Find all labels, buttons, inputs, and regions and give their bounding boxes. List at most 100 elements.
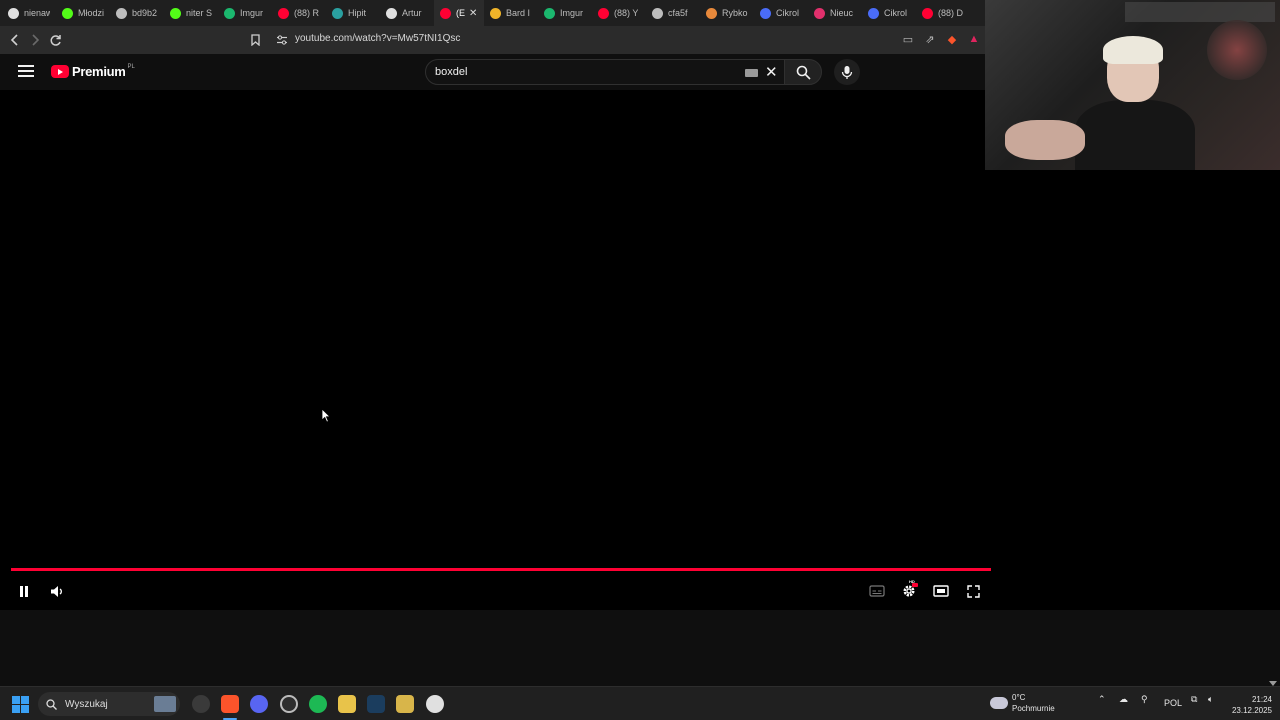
tab-title: Imgur (240, 8, 264, 18)
browser-tab[interactable]: Cikrol (754, 0, 808, 26)
weather-widget[interactable]: 0°C Pochmurnie (990, 692, 1055, 714)
browser-tab[interactable]: (88) D (916, 0, 970, 26)
search-icon (796, 65, 811, 80)
search-input[interactable]: boxdel (435, 66, 467, 78)
site-controls-icon (277, 35, 287, 45)
theater-mode-icon (933, 585, 949, 597)
steam-icon[interactable] (367, 695, 385, 713)
tab-title: (88) D (938, 8, 964, 18)
brave-browser-icon[interactable] (221, 695, 239, 713)
theater-mode-button[interactable] (930, 580, 952, 602)
search-box[interactable]: boxdel ✕ (425, 59, 785, 85)
tab-title: nienaw (24, 8, 50, 18)
voice-search-button[interactable] (834, 59, 860, 85)
search-highlight-image (154, 696, 176, 712)
clock-time: 21:24 (1251, 695, 1272, 704)
clear-search-icon[interactable]: ✕ (765, 63, 778, 81)
back-arrow-icon (10, 34, 18, 46)
tab-favicon-icon (170, 7, 181, 19)
tab-title: (88) R (294, 8, 320, 18)
subtitles-button[interactable] (866, 580, 888, 602)
gear-icon (903, 583, 918, 597)
tab-favicon-icon (598, 7, 609, 19)
url-text[interactable]: youtube.com/watch?v=Mw57tNI1Qsc (295, 33, 460, 44)
brave-rewards-icon[interactable]: ▲ (967, 32, 981, 46)
page-content-area (0, 610, 1280, 686)
browser-tab[interactable]: Imgur (218, 0, 272, 26)
tab-favicon-icon (440, 7, 451, 19)
browser-tab[interactable]: cfa5f (646, 0, 700, 26)
streamer-body (1075, 100, 1195, 170)
browser-tab[interactable]: nienaw (2, 0, 56, 26)
browser-address-bar: youtube.com/watch?v=Mw57tNI1Qsc ▭ ⇗ ◆ ▲ (0, 26, 985, 80)
forward-arrow-icon (32, 34, 40, 46)
app-icon-dark-app[interactable] (192, 695, 210, 713)
windows-start-button[interactable] (12, 696, 29, 713)
panda-app-icon[interactable] (426, 695, 444, 713)
browser-tab[interactable]: Rybko (700, 0, 754, 26)
share-icon[interactable]: ⇗ (923, 32, 937, 46)
browser-tab[interactable]: Artur (380, 0, 434, 26)
system-clock[interactable]: 21:24 23.12.2025 (1228, 694, 1272, 716)
back-button[interactable] (5, 30, 25, 50)
cloud-sync-icon[interactable]: ☁ (1119, 694, 1128, 705)
tab-favicon-icon (868, 7, 879, 19)
tab-title: Imgur (560, 8, 584, 18)
site-settings-button[interactable] (272, 30, 292, 50)
search-button[interactable] (784, 59, 822, 85)
tab-title: Młodzi (78, 8, 104, 18)
browser-tab[interactable]: bd9b2 (110, 0, 164, 26)
browser-tab[interactable]: Młodzi (56, 0, 110, 26)
browser-tab[interactable]: Nieuc (808, 0, 862, 26)
bookmark-button[interactable] (245, 30, 265, 50)
logo-region-code: PL (127, 63, 135, 70)
logo-brand-text: Premium (72, 64, 126, 79)
subtitles-icon (869, 585, 885, 597)
tab-favicon-icon (922, 7, 933, 19)
close-tab-icon[interactable]: ✕ (469, 8, 477, 19)
network-icon[interactable]: ⧉ (1191, 694, 1197, 705)
browser-tab[interactable]: Hipit (326, 0, 380, 26)
cast-icon[interactable]: ▭ (901, 32, 915, 46)
volume-button[interactable] (46, 580, 68, 602)
taskbar-search[interactable]: Wyszukaj (38, 692, 180, 716)
volume-icon (51, 585, 62, 597)
tab-title: Bard I (506, 8, 531, 18)
fullscreen-button[interactable] (962, 580, 984, 602)
browser-tab[interactable]: (88) Y (592, 0, 646, 26)
keyboard-icon[interactable] (745, 69, 758, 77)
league-client-icon[interactable] (396, 695, 414, 713)
tab-title: Hipit (348, 8, 367, 18)
spotify-icon[interactable] (309, 695, 327, 713)
fullscreen-icon (966, 584, 980, 598)
brave-shield-icon[interactable]: ◆ (945, 32, 959, 46)
tab-favicon-icon (814, 7, 825, 19)
settings-button[interactable]: HD (898, 579, 920, 602)
tab-favicon-icon (544, 7, 555, 19)
tab-favicon-icon (760, 7, 771, 19)
browser-tab[interactable]: Cikrol (862, 0, 916, 26)
speaker-icon[interactable]: 🔈︎ (1208, 694, 1213, 705)
pause-button[interactable] (13, 580, 35, 602)
video-progress-bar[interactable] (11, 568, 991, 571)
tab-title: Cikrol (884, 8, 908, 18)
youtube-premium-logo[interactable]: Premium PL (51, 64, 135, 79)
reload-button[interactable] (45, 30, 65, 50)
menu-icon[interactable] (18, 65, 34, 77)
forward-button[interactable] (25, 30, 45, 50)
discord-icon[interactable] (250, 695, 268, 713)
browser-tab[interactable]: Imgur (538, 0, 592, 26)
player-controls: HD (0, 578, 990, 606)
microphone-tray-icon[interactable]: ⚲ (1141, 694, 1148, 705)
input-language[interactable]: POL (1164, 698, 1182, 708)
tab-favicon-icon (332, 7, 343, 19)
chrome-like-icon[interactable] (280, 695, 298, 713)
tab-favicon-icon (8, 7, 19, 19)
browser-tab[interactable]: niter S (164, 0, 218, 26)
browser-tab[interactable]: (E ✕ (434, 0, 484, 26)
show-hidden-icons-chevron-icon[interactable]: ⌃ (1098, 694, 1106, 705)
browser-tab[interactable]: (88) R (272, 0, 326, 26)
browser-tab[interactable]: Bard I (484, 0, 538, 26)
tab-favicon-icon (278, 7, 289, 19)
game-launcher-icon[interactable] (338, 695, 356, 713)
